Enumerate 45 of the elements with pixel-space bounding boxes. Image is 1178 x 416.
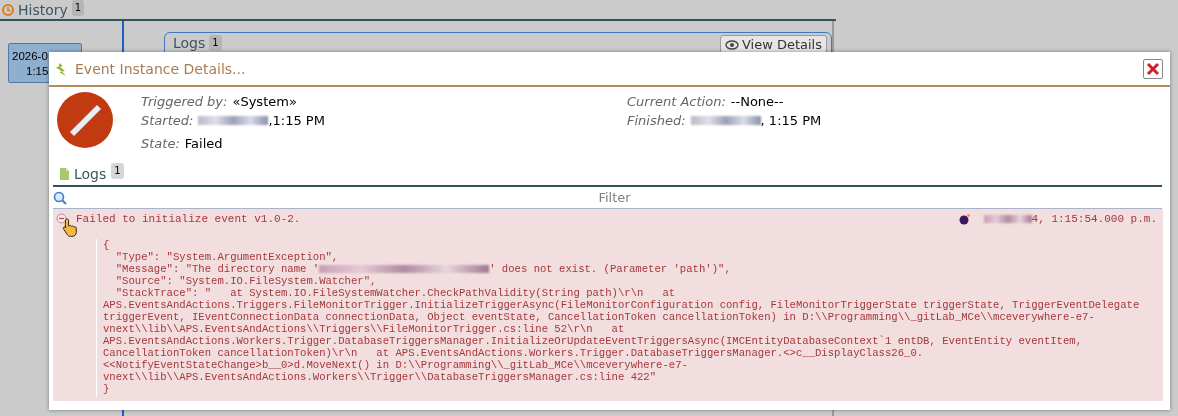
close-button[interactable]: [1143, 58, 1163, 79]
count-badge: 1: [111, 163, 124, 179]
cursor-hand-icon: [61, 217, 79, 239]
field-value: ,1:15 PM: [268, 113, 325, 128]
lightning-icon: [55, 60, 69, 77]
collapse-icon[interactable]: [56, 213, 67, 224]
log-message: Failed to initialize event v1.0-2.: [76, 213, 301, 225]
field-value: , 1:15 PM: [760, 113, 822, 128]
search-icon: [53, 190, 67, 205]
count-badge: 1: [71, 0, 85, 16]
section-title: Logs: [74, 166, 107, 182]
count-badge: 1: [209, 35, 222, 51]
field-value: --None--: [730, 94, 784, 109]
code-text: APS.EventsAndActions.Triggers.FileMonitorTrigger.InitializeTriggerAsync(FileMonitorConfiguration config, FileMonitorTriggerState triggerState, TriggerEventDelegate: [103, 299, 1140, 311]
field-label: Current Action:: [627, 94, 726, 109]
code-text: }: [103, 383, 110, 395]
eye-icon: [724, 38, 739, 51]
code-text: APS.EventsAndActions.Workers.Trigger.DatabaseTriggersManager.InitializeOrUpdateEventTriggersAsync(IMCEntityDatabaseContext`1 entDB, EventEntity eventItem,: [103, 335, 1083, 347]
code-text: "Type": "System.ArgumentException",: [114, 251, 339, 263]
clock-icon: [2, 3, 14, 16]
field-label: Finished:: [627, 113, 686, 128]
field-label: Triggered by:: [141, 94, 228, 109]
code-text: triggerEvent, IEventConnectionData connectionData, Object eventState, CancellationToken cancellationToken) in D:\\Programming\\_gitLab_MCe\\mceverywhere-e7-: [103, 311, 1095, 323]
redaction-mark: [198, 116, 269, 125]
code-text: "Message": "The directory name ': [114, 263, 320, 275]
code-text: "Source": "System.IO.FileSystem.Watcher",: [114, 275, 377, 287]
code-text: ' does not exist. (Parameter 'path')",: [489, 263, 731, 275]
field-value: «System»: [232, 94, 297, 109]
field-label: State:: [141, 136, 180, 151]
code-text: vnext\\lib\\APS.EventsAndActions\\Triggers\\FileMonitorTrigger.cs:line 52\r\n at: [103, 323, 625, 335]
redaction-mark: [690, 116, 761, 125]
log-timestamp: 4, 1:15:54.000 p.m.: [1031, 213, 1157, 225]
panel-title: Logs: [173, 35, 206, 51]
filter-field[interactable]: Filter: [67, 189, 1162, 206]
code-text: vnext\\lib\\APS.EventsAndActions.Workers\\Trigger\\DatabaseTriggersManager.cs:line 422": [103, 371, 657, 383]
history-tab[interactable]: History: [18, 1, 68, 18]
close-icon: [1146, 61, 1160, 76]
document-icon: [59, 168, 69, 180]
code-text: <<NotifyEventStateChange>b__0>d.MoveNext() in D:\\Programming\\_gitLab_MCe\\mceverywhere-e7-: [103, 359, 688, 371]
field-label: Started:: [141, 113, 194, 128]
code-text: {: [103, 239, 110, 251]
code-text: "StackTrace": " at System.IO.FileSystemWatcher.CheckPathValidity(String path)\r\n at: [114, 287, 676, 299]
code-text: CancellationToken cancellationToken)\r\n at APS.EventsAndActions.Workers.Trigger.DatabaseTriggersManager.<>c__DisplayClass26_0.: [103, 347, 924, 359]
bomb-icon: [958, 213, 970, 225]
field-value: Failed: [184, 136, 223, 151]
